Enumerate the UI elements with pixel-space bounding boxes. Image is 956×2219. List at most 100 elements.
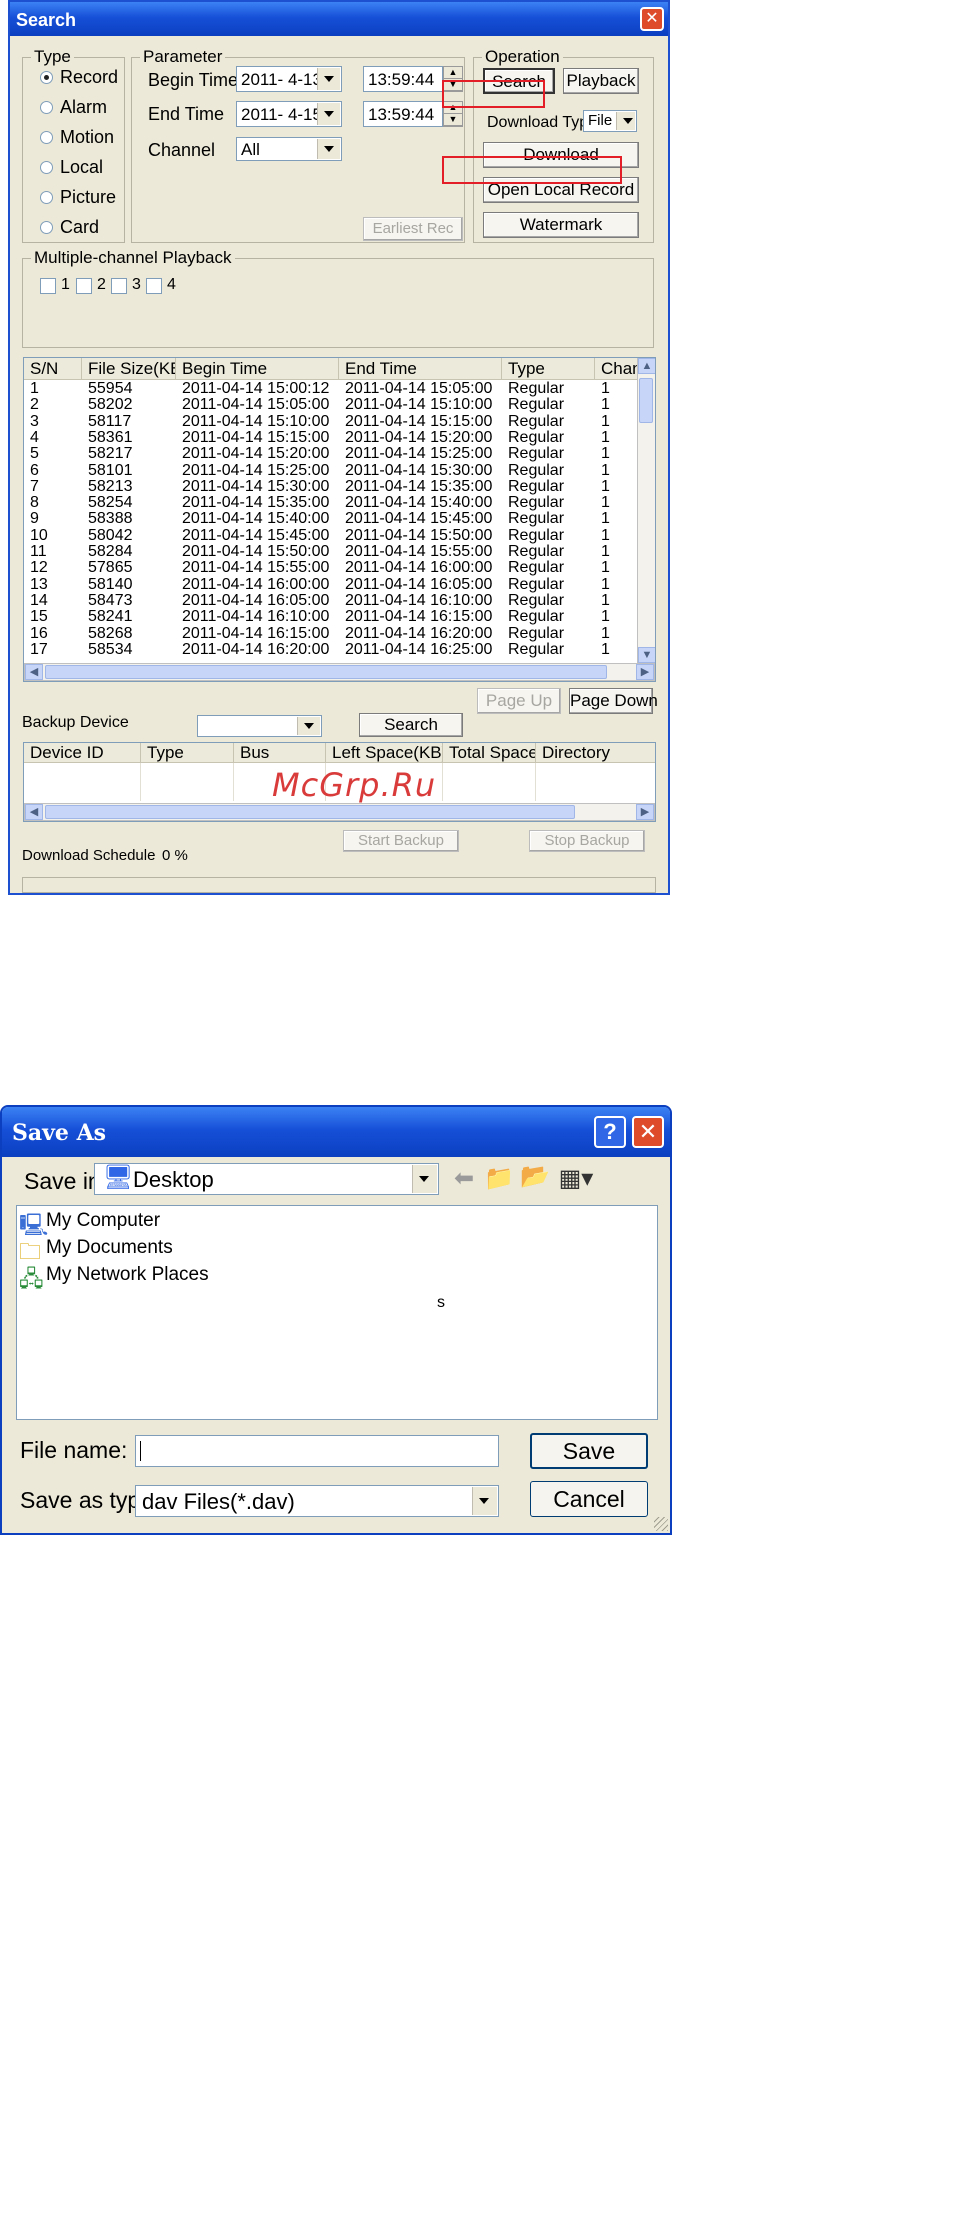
records-column-header[interactable]: Chan. [595,358,640,380]
scroll-right-icon[interactable]: ▶ [636,664,654,680]
table-row[interactable]: 13 58140 2011-04-14 16:00:00 2011-04-14 16:… [24,575,638,593]
close-icon[interactable]: ✕ [640,7,664,31]
table-row[interactable]: 7 58213 2011-04-14 15:30:00 2011-04-14 15:3… [24,478,638,495]
back-icon[interactable]: ⬅ [449,1165,479,1193]
page-up-button[interactable]: Page Up [477,688,561,714]
records-horizontal-scrollbar[interactable]: ◀ ▶ [24,663,655,681]
records-vertical-scrollbar[interactable]: ▲ ▼ [637,358,655,663]
spin-down-icon[interactable]: ▼ [444,114,462,126]
watermark-button[interactable]: Watermark [483,212,639,238]
channel-dropdown-icon[interactable] [317,139,340,159]
resize-grip-icon[interactable] [654,1517,668,1531]
channel-select[interactable]: All [236,137,342,161]
scroll-down-icon[interactable]: ▼ [638,647,655,663]
view-menu-icon[interactable]: ▦▾ [556,1165,596,1193]
save-as-type-dropdown-icon[interactable] [472,1487,497,1515]
device-column-header[interactable]: Device ID [24,743,141,763]
earliest-rec-button[interactable]: Earliest Rec [363,217,463,241]
cancel-button[interactable]: Cancel [530,1481,648,1517]
table-cell: 1 [601,624,610,642]
end-date-dropdown-icon[interactable] [317,103,340,125]
table-row[interactable]: 11 58284 2011-04-14 15:50:00 2011-04-14 15:… [24,543,638,560]
table-row[interactable]: 15 58241 2011-04-14 16:10:00 2011-04-14 16:… [24,608,638,625]
begin-date-field[interactable]: 2011- 4-13 [236,66,342,92]
search-title-bar[interactable]: Search ✕ [10,2,668,36]
radio-record[interactable] [40,71,53,84]
table-row[interactable]: 14 58473 2011-04-14 16:05:00 2011-04-14 16:… [24,592,638,609]
records-hscroll-thumb[interactable] [45,665,607,679]
close-icon[interactable]: ✕ [632,1116,664,1148]
channel-3-checkbox[interactable] [111,278,127,294]
device-horizontal-scrollbar[interactable]: ◀ ▶ [24,803,655,821]
table-row[interactable]: 4 58361 2011-04-14 15:15:00 2011-04-14 15:2… [24,429,638,446]
operation-group-legend: Operation [485,47,560,66]
save-as-type-select[interactable]: dav Files(*.dav) [135,1485,499,1517]
records-vscroll-thumb[interactable] [639,378,653,423]
radio-picture[interactable] [40,191,53,204]
radio-alarm[interactable] [40,101,53,114]
table-row[interactable]: 6 58101 2011-04-14 15:25:00 2011-04-14 15:3… [24,461,638,479]
spin-up-icon[interactable]: ▲ [444,67,462,79]
up-folder-icon[interactable]: 📁 [484,1165,514,1193]
channel-4-checkbox[interactable] [146,278,162,294]
table-cell: 1 [601,412,610,430]
channel-1-checkbox[interactable] [40,278,56,294]
page-down-button[interactable]: Page Down [569,688,658,714]
records-column-header[interactable]: Type [502,358,595,380]
table-row[interactable]: 17 58534 2011-04-14 16:20:00 2011-04-14 16:… [24,641,638,658]
device-column-header[interactable]: Left Space(KB) [326,743,443,763]
table-row[interactable]: 8 58254 2011-04-14 15:35:00 2011-04-14 15:4… [24,494,638,511]
save-as-title-bar[interactable]: Save As ? ✕ [2,1107,670,1157]
table-cell: 11 [30,543,47,560]
file-list-pane[interactable]: 🖳 My Computer 🗀 My Documents 🖧 My Network Pla… [16,1205,658,1420]
download-type-dropdown-icon[interactable] [616,112,635,130]
radio-card[interactable] [40,221,53,234]
device-hscroll-thumb[interactable] [45,805,575,819]
table-row[interactable]: 10 58042 2011-04-14 15:45:00 2011-04-14 15:… [24,527,638,544]
table-cell: 1 [601,575,610,593]
device-column-header[interactable]: Type [141,743,234,763]
new-folder-icon[interactable]: 📂 [520,1163,550,1191]
table-row[interactable]: 2 58202 2011-04-14 15:05:00 2011-04-14 15:1… [24,396,638,413]
playback-button[interactable]: Playback [563,68,639,94]
device-column-header[interactable]: Bus [234,743,326,763]
table-row[interactable]: 12 57865 2011-04-14 15:55:00 2011-04-14 16:… [24,559,638,577]
begin-date-dropdown-icon[interactable] [317,68,340,90]
radio-local[interactable] [40,161,53,174]
help-icon[interactable]: ? [594,1116,626,1148]
table-row[interactable]: 1 55954 2011-04-14 15:00:12 2011-04-14 15:0… [24,380,638,397]
stop-backup-button[interactable]: Stop Backup [529,830,645,852]
radio-motion[interactable] [40,131,53,144]
table-row[interactable]: 9 58388 2011-04-14 15:40:00 2011-04-14 15:4… [24,510,638,528]
records-column-header[interactable]: S/N [24,358,82,380]
end-clock-field[interactable]: 13:59:44 [363,101,443,127]
backup-search-button[interactable]: Search [359,713,463,737]
start-backup-button[interactable]: Start Backup [343,830,459,852]
records-column-header[interactable]: Begin Time [176,358,339,380]
end-date-field[interactable]: 2011- 4-15 [236,101,342,127]
backup-device-dropdown-icon[interactable] [297,717,320,735]
scroll-up-icon[interactable]: ▲ [638,358,655,374]
table-cell: 57865 [88,559,133,577]
table-row[interactable]: 16 58268 2011-04-14 16:15:00 2011-04-14 16:… [24,624,638,642]
device-column-header[interactable]: Directory [536,743,655,763]
file-name-input[interactable] [135,1435,499,1467]
records-column-header[interactable]: End Time [339,358,502,380]
table-cell: 2011-04-14 15:30:00 [345,461,493,479]
device-column-header[interactable]: Total Space... [443,743,536,763]
table-cell: 2011-04-14 15:45:00 [345,510,493,528]
backup-device-select[interactable] [197,715,322,737]
scroll-right-icon[interactable]: ▶ [636,804,654,820]
table-row[interactable]: 3 58117 2011-04-14 15:10:00 2011-04-14 15:1… [24,412,638,430]
table-row[interactable]: 5 58217 2011-04-14 15:20:00 2011-04-14 15:2… [24,445,638,462]
scroll-left-icon[interactable]: ◀ [25,804,43,820]
download-type-select[interactable]: File [583,110,637,132]
save-in-dropdown-icon[interactable] [412,1165,437,1193]
records-table[interactable]: S/NFile Size(KB)Begin TimeEnd TimeTypeCh… [23,357,656,682]
scroll-left-icon[interactable]: ◀ [25,664,43,680]
records-column-header[interactable]: File Size(KB) [82,358,176,380]
save-in-select[interactable]: 🖥 Desktop [94,1163,439,1195]
channel-2-checkbox[interactable] [76,278,92,294]
begin-clock-field[interactable]: 13:59:44 [363,66,443,92]
save-button[interactable]: Save [530,1433,648,1469]
